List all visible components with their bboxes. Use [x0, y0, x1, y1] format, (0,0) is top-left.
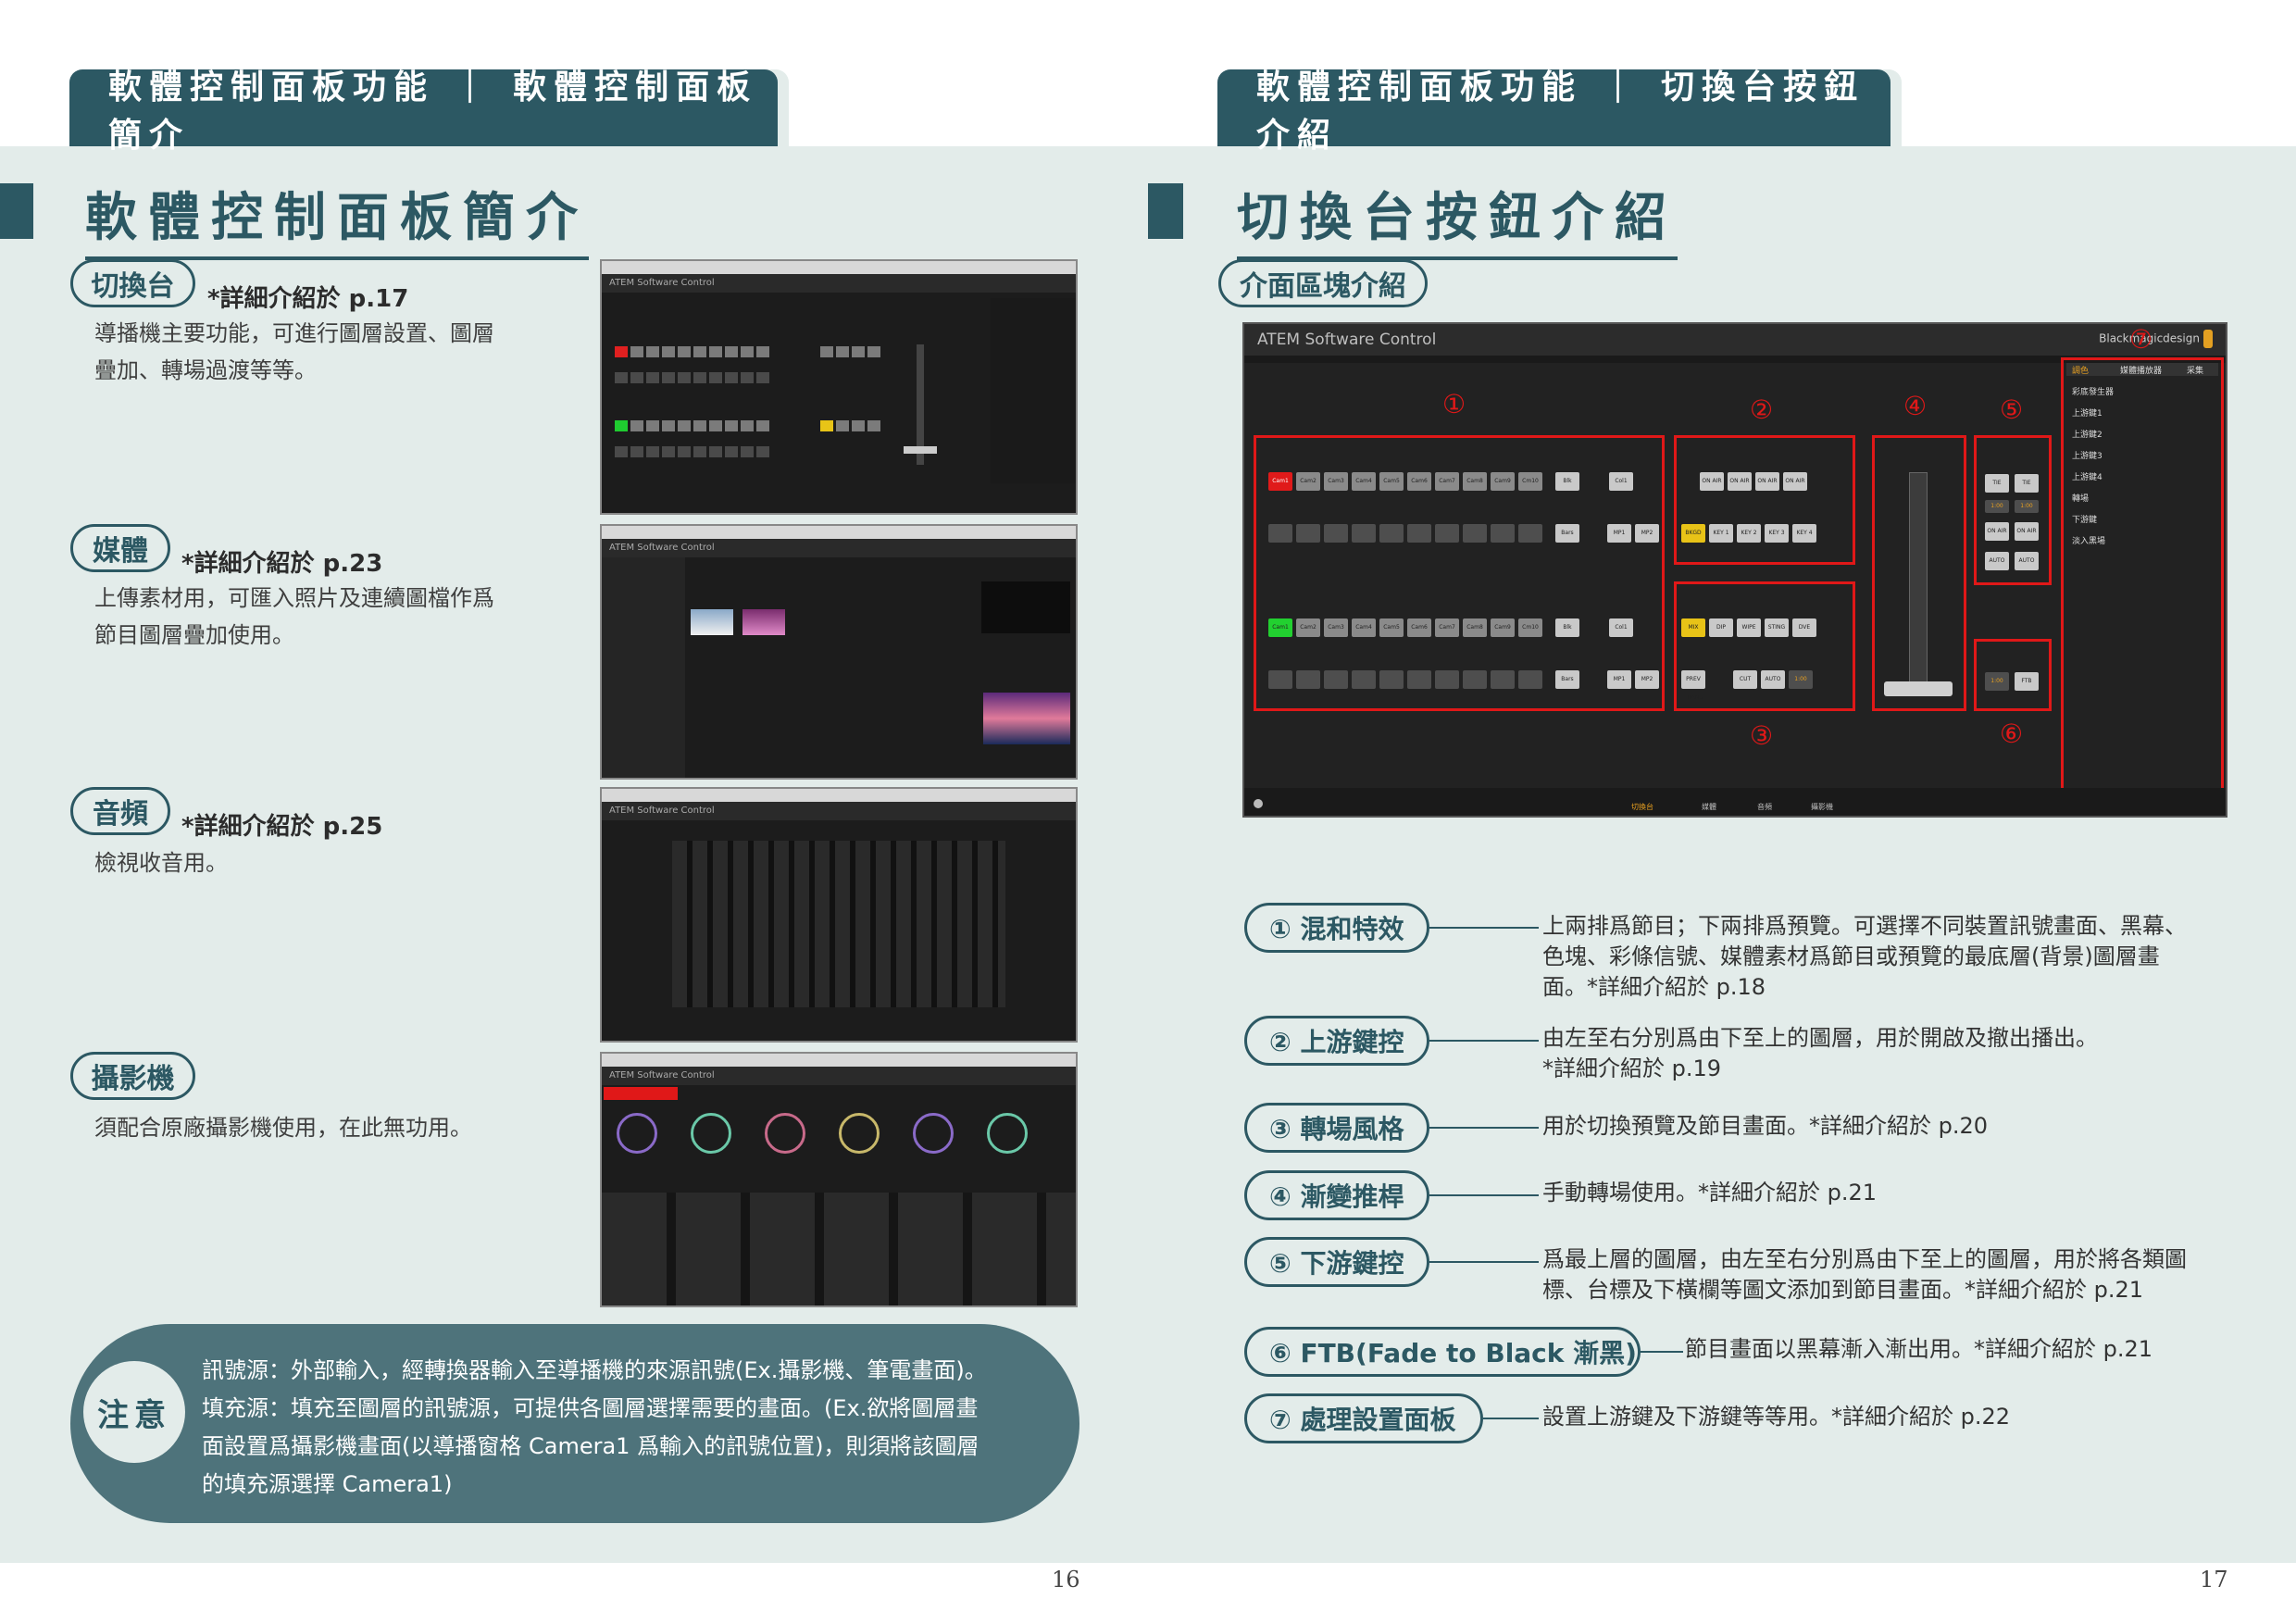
pill-interface-blocks: 介面區塊介紹 [1218, 259, 1428, 307]
feature-pill-4: ④ 漸變推桿 [1244, 1170, 1429, 1220]
feature-pill-7: ⑦ 處理設置面板 [1244, 1393, 1483, 1443]
note-label: 注意 [83, 1361, 185, 1463]
region-6-number: ⑥ [2000, 718, 2024, 749]
media-screenshot: ATEM Software Control [600, 524, 1078, 780]
feature-text-3: 用於切換預覽及節目畫面。*詳細介紹於 p.20 [1542, 1113, 1989, 1139]
desc-camera: 須配合原廠攝影機使用，在此無功用。 [94, 1115, 472, 1141]
region-3-number: ③ [1750, 720, 1774, 751]
feature-line-5 [1429, 1261, 1539, 1263]
ref-media: *詳細介紹於 p.23 [181, 550, 383, 578]
feature-text-5: 爲最上層的圖層，由左至右分別爲由下至上的圖層，用於將各類圖 標、台標及下橫欄等圖… [1542, 1246, 2187, 1303]
pill-switcher: 切換台 [70, 259, 195, 307]
feature-line-7 [1483, 1418, 1539, 1419]
feature-pill-5: ⑤ 下游鍵控 [1244, 1237, 1429, 1287]
ref-audio: *詳細介紹於 p.25 [181, 813, 383, 841]
right-page-title: 切換台按鈕介紹 [1237, 176, 1678, 260]
atem-screenshot: ATEM Software Control Blackmagicdesign ①… [1242, 322, 2227, 818]
feature-text-4: 手動轉場使用。*詳細介紹於 p.21 [1542, 1180, 1878, 1206]
note-text: 訊號源：外部輸入，經轉換器輸入至導播機的來源訊號(Ex.攝影機、筆電畫面)。 填… [202, 1357, 987, 1497]
pill-audio: 音頻 [70, 787, 170, 835]
right-header-tab: 軟體控制面板功能 ｜ 切換台按鈕介紹 [1217, 69, 1890, 155]
page-number-right: 17 [2200, 1567, 2228, 1593]
atem-footer [1244, 788, 2226, 816]
ref-switcher: *詳細介紹於 p.17 [207, 285, 409, 313]
desc-audio: 檢視收音用。 [94, 850, 228, 876]
feature-pill-3: ③ 轉場風格 [1244, 1103, 1429, 1153]
pill-media: 媒體 [70, 524, 170, 572]
fader-track [1909, 472, 1928, 694]
region-5-number: ⑤ [2000, 394, 2024, 425]
region-7-number: ⑦ [2129, 324, 2153, 355]
feature-text-7: 設置上游鍵及下游鍵等等用。*詳細介紹於 p.22 [1542, 1404, 2011, 1430]
desc-switcher: 導播機主要功能，可進行圖層設置、圖層 疊加、轉場過渡等等。 [94, 320, 494, 383]
left-section-marker [0, 183, 33, 239]
region-7-box [2061, 357, 2224, 793]
switcher-screenshot: ATEM Software Control [600, 259, 1078, 515]
right-section-marker [1148, 183, 1183, 239]
feature-text-1: 上兩排爲節目；下兩排爲預覽。可選擇不同裝置訊號畫面、黑幕、 色塊、彩條信號、媒體… [1542, 913, 2187, 1000]
page-footer-band [0, 1563, 2296, 1624]
feature-text-2: 由左至右分別爲由下至上的圖層，用於開啟及撤出播出。 *詳細介紹於 p.19 [1542, 1025, 2098, 1081]
region-1-number: ① [1442, 389, 1466, 419]
left-page-title: 軟體控制面板簡介 [85, 176, 589, 260]
feature-pill-2: ② 上游鍵控 [1244, 1016, 1429, 1066]
feature-line-4 [1429, 1194, 1539, 1196]
region-2-number: ② [1750, 394, 1774, 425]
feature-pill-6: ⑥ FTB(Fade to Black 漸黑) [1244, 1327, 1641, 1377]
feature-line-1 [1429, 927, 1539, 929]
left-header-tab: 軟體控制面板功能 ｜ 軟體控制面板簡介 [69, 69, 778, 155]
feature-pill-1: ① 混和特效 [1244, 903, 1429, 953]
feature-line-6 [1641, 1351, 1683, 1353]
fader-handle [1884, 681, 1953, 696]
desc-media: 上傳素材用，可匯入照片及連續圖檔作爲 節目圖層疊加使用。 [94, 585, 494, 648]
region-2-box [1674, 435, 1855, 565]
feature-line-3 [1429, 1127, 1539, 1129]
region-4-number: ④ [1903, 391, 1928, 421]
feature-line-2 [1429, 1040, 1539, 1042]
feature-text-6: 節目畫面以黑幕漸入漸出用。*詳細介紹於 p.21 [1685, 1336, 2153, 1362]
settings-icon [1254, 799, 1263, 808]
pill-camera: 攝影機 [70, 1052, 195, 1100]
page-number-left: 16 [1052, 1567, 1080, 1593]
audio-screenshot: ATEM Software Control [600, 787, 1078, 1043]
camera-screenshot: ATEM Software Control [600, 1052, 1078, 1307]
